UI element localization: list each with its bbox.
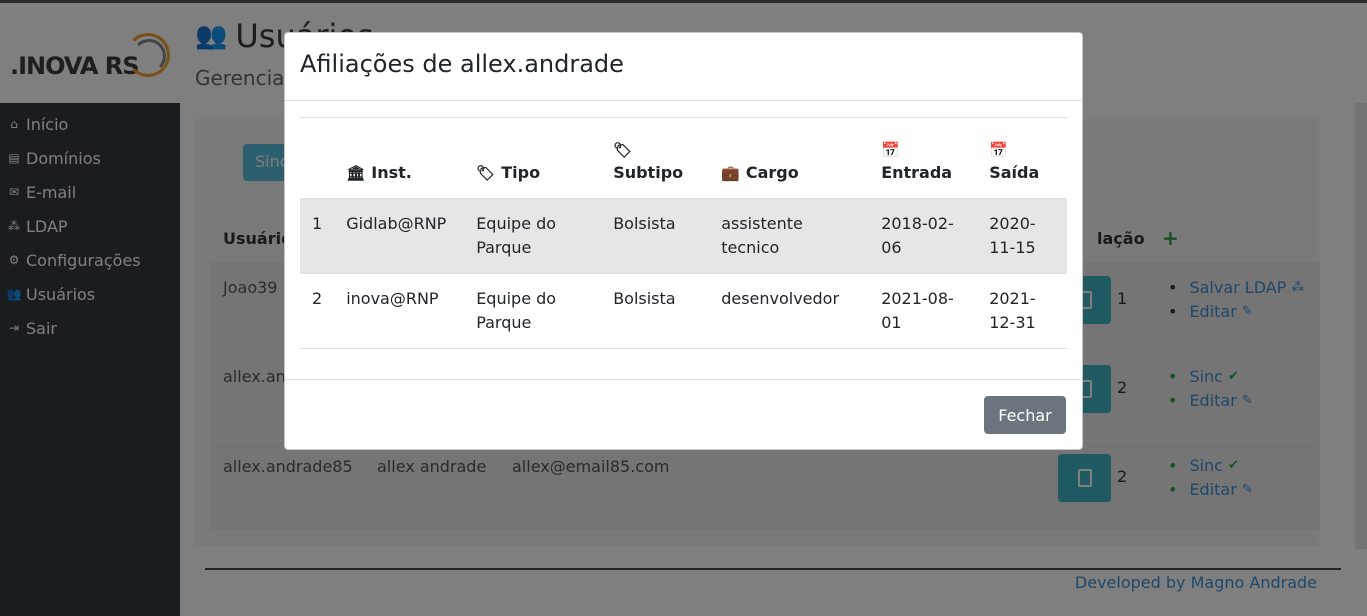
column-header-inst: 🏛 Inst. — [334, 117, 465, 199]
column-header-entrada: 📅 Entrada — [869, 117, 978, 199]
modal-body: 🏛 Inst. 🏷 Tipo 🏷 Subtipo 💼 Cargo 📅 Entrada 📅 S… — [300, 117, 1067, 349]
cell-tipo: Equipe do Parque — [464, 273, 602, 349]
tag-icon: 🏷 — [476, 163, 496, 182]
cell-entrada: 2021-08-01 — [869, 273, 978, 349]
cell-subtipo: Bolsista — [601, 198, 710, 274]
fechar-button[interactable]: Fechar — [984, 396, 1066, 434]
cell-cargo: desenvolvedor — [709, 273, 870, 349]
cell-tipo: Equipe do Parque — [464, 198, 602, 274]
table-row: 2 inova@RNP Equipe do Parque Bolsista de… — [300, 273, 1067, 349]
cell-num: 1 — [300, 198, 335, 274]
column-header-label: Tipo — [501, 162, 541, 182]
column-header-num — [300, 117, 335, 199]
column-header-tipo: 🏷 Tipo — [464, 117, 602, 199]
calendar-check-icon: 📅 — [881, 140, 900, 159]
cell-entrada: 2018-02-06 — [869, 198, 978, 274]
column-header-subtipo: 🏷 Subtipo — [601, 117, 710, 199]
column-header-label: Saída — [989, 162, 1040, 182]
table-header-row: 🏛 Inst. 🏷 Tipo 🏷 Subtipo 💼 Cargo 📅 Entrada 📅 S… — [300, 117, 1067, 199]
cell-inst: inova@RNP — [334, 273, 465, 349]
afiliacoes-table: 🏛 Inst. 🏷 Tipo 🏷 Subtipo 💼 Cargo 📅 Entrada 📅 S… — [300, 117, 1067, 349]
cell-cargo: assistente tecnico — [709, 198, 870, 274]
university-icon: 🏛 — [346, 163, 366, 182]
column-header-label: Inst. — [371, 162, 412, 182]
table-row: 1 Gidlab@RNP Equipe do Parque Bolsista a… — [300, 198, 1067, 274]
modal-footer: Fechar — [285, 379, 1082, 449]
briefcase-icon: 💼 — [721, 163, 740, 182]
column-header-label: Entrada — [881, 162, 953, 182]
afiliacoes-modal: Afiliações de allex.andrade 🏛 Inst. 🏷 Tipo… — [284, 32, 1083, 450]
cell-saida: 2020-11-15 — [977, 198, 1067, 274]
cell-inst: Gidlab@RNP — [334, 198, 465, 274]
calendar-times-icon: 📅 — [989, 140, 1008, 159]
column-header-label: Cargo — [745, 162, 799, 182]
cell-saida: 2021-12-31 — [977, 273, 1067, 349]
modal-title: Afiliações de allex.andrade — [300, 50, 624, 78]
tags-icon: 🏷 — [613, 140, 633, 159]
cell-subtipo: Bolsista — [601, 273, 710, 349]
window-top-edge — [0, 0, 1367, 3]
cell-num: 2 — [300, 273, 335, 349]
column-header-label: Subtipo — [613, 162, 684, 182]
column-header-saida: 📅 Saída — [977, 117, 1067, 199]
column-header-cargo: 💼 Cargo — [709, 117, 870, 199]
modal-header: Afiliações de allex.andrade — [285, 33, 1082, 101]
